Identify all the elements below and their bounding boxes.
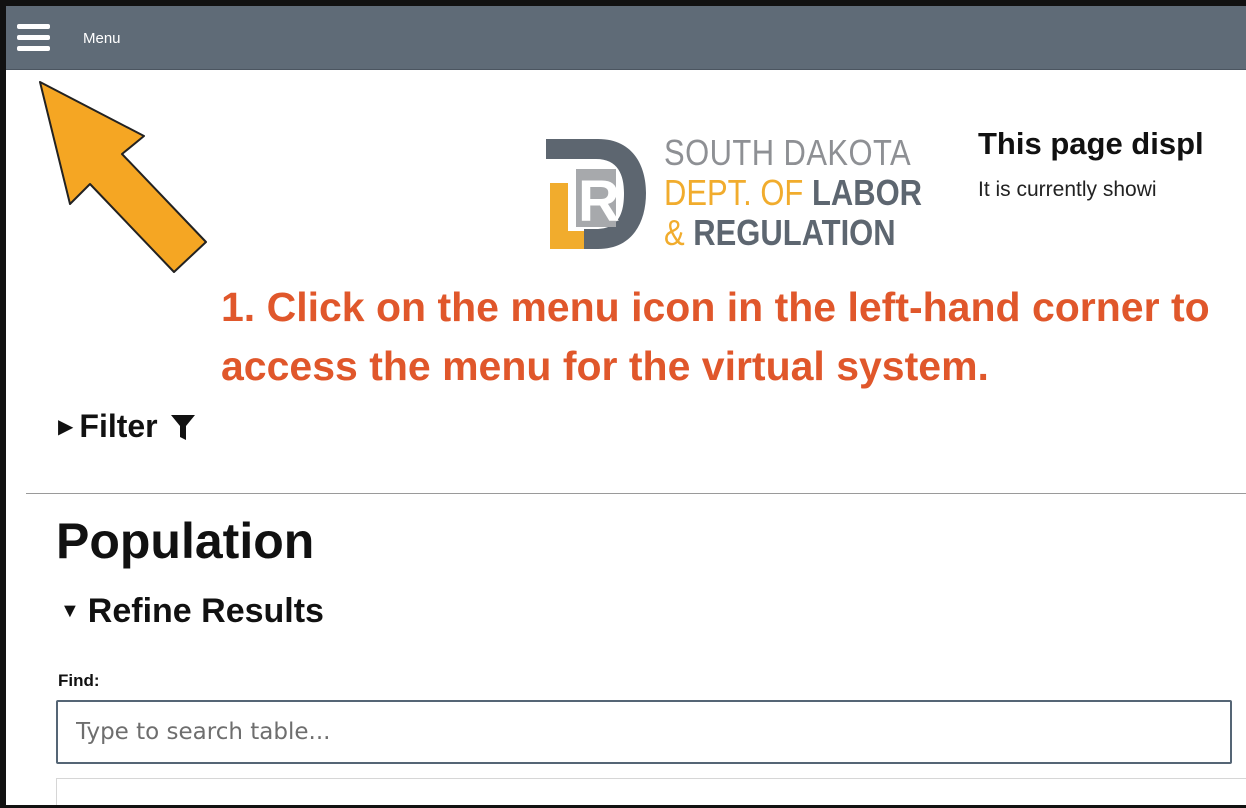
- results-panel: [56, 778, 1246, 805]
- dlr-monogram-icon: R: [546, 139, 646, 249]
- find-label: Find:: [58, 671, 100, 690]
- annotation-arrow-icon: [39, 81, 207, 273]
- section-divider: [26, 493, 1246, 494]
- refine-results-toggle[interactable]: ▼ Refine Results: [60, 592, 324, 631]
- filter-toggle[interactable]: ▶ Filter: [58, 408, 195, 445]
- caret-down-icon: ▼: [60, 600, 80, 622]
- dlr-logo: R SOUTH DAKOTA DEPT. OF LABOR & REGULATI…: [536, 131, 946, 256]
- page-description-text: It is currently showi: [978, 178, 1157, 201]
- menu-label[interactable]: Menu: [83, 30, 121, 47]
- page-title: Population: [56, 513, 315, 569]
- logo-line-state: SOUTH DAKOTA: [664, 132, 912, 173]
- search-input[interactable]: [56, 700, 1232, 764]
- svg-text:R: R: [578, 169, 620, 234]
- caret-right-icon: ▶: [58, 416, 74, 438]
- filter-label: Filter: [79, 408, 158, 444]
- page-description-heading: This page displ: [978, 126, 1204, 161]
- hamburger-menu-icon[interactable]: [17, 24, 50, 52]
- logo-line-dept: DEPT. OF LABOR: [664, 172, 923, 213]
- app-window: Menu R SOUTH DAKOTA DEPT. OF LABOR & REG…: [0, 0, 1246, 808]
- logo-line-regulation: & REGULATION: [664, 212, 896, 253]
- refine-results-label: Refine Results: [87, 592, 324, 630]
- top-navigation-bar: Menu: [6, 6, 1246, 70]
- funnel-icon: [170, 415, 195, 440]
- instruction-annotation: 1. Click on the menu icon in the left-ha…: [221, 284, 1210, 389]
